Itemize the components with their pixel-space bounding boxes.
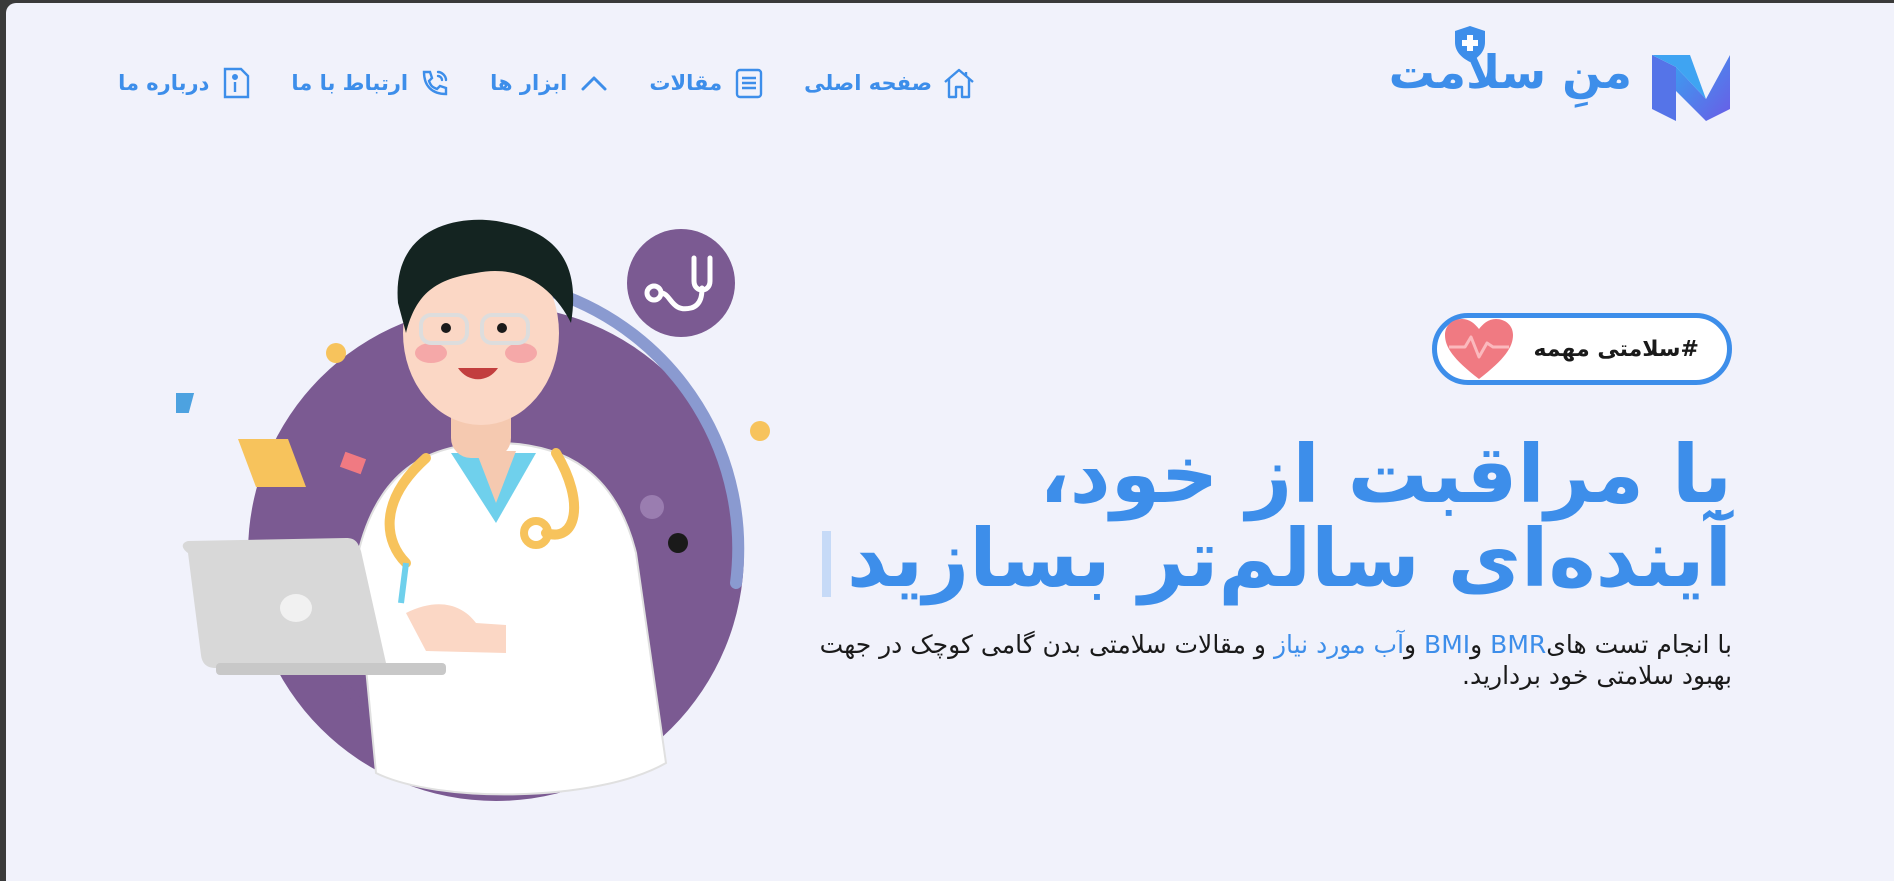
nav-label-contact: ارتباط با ما (291, 71, 409, 95)
headline-line-1: با مراقبت از خود، (1039, 428, 1732, 521)
chevron-up-icon (581, 76, 607, 91)
desc-bmr-link[interactable]: BMR (1490, 630, 1546, 659)
stethoscope-bubble (627, 229, 735, 337)
desc-and-1: و (1470, 630, 1491, 659)
info-icon (224, 67, 250, 99)
document-icon (735, 68, 763, 99)
shield-plus-icon (1455, 26, 1485, 62)
desc-and-2: و (1404, 630, 1425, 659)
nav-label-articles: مقالات (649, 71, 723, 95)
doctor-illustration (176, 219, 770, 801)
desc-part-1: با انجام تست های (1546, 630, 1732, 659)
headline-line-2-text: آینده‌ای سالم‌تر بسازید (846, 512, 1732, 605)
headline-line-2: آینده‌ای سالم‌تر بسازید (752, 517, 1732, 601)
brand-name: منِ سلامت (1388, 45, 1632, 99)
nav-label-home: صفحه اصلی (804, 71, 932, 95)
hero-description: با انجام تست هایBMR وBMI وآب مورد نیاز و… (762, 629, 1732, 692)
health-badge: #سلامتی مهمه (1432, 313, 1732, 385)
main-nav: صفحه اصلی مقالات ابزار ها ارتباط با ما د… (118, 63, 976, 103)
badge-text: #سلامتی مهمه (1533, 336, 1699, 362)
nav-item-contact[interactable]: ارتباط با ما (291, 66, 452, 100)
heart-icon (1445, 319, 1514, 379)
typing-caret (821, 531, 831, 598)
phone-icon (422, 70, 448, 96)
page: منِ سلامت صفحه اصلی مقالات ابزار ها ارتب… (6, 3, 1894, 881)
hero-headline: با مراقبت از خود، آینده‌ای سالم‌تر بسازی… (752, 433, 1732, 601)
logo-mark-icon (1652, 55, 1730, 121)
nav-label-about: درباره ما (118, 71, 210, 95)
desc-water-link[interactable]: آب مورد نیاز (1274, 630, 1404, 659)
nav-item-articles[interactable]: مقالات (649, 66, 766, 100)
site-logo[interactable]: منِ سلامت (1389, 25, 1732, 125)
nav-item-home[interactable]: صفحه اصلی (804, 66, 976, 100)
desc-bmi-link[interactable]: BMI (1424, 630, 1470, 659)
nav-label-tools: ابزار ها (490, 71, 568, 95)
home-icon (944, 68, 974, 99)
nav-item-tools[interactable]: ابزار ها (490, 66, 611, 100)
nav-item-about[interactable]: درباره ما (118, 66, 253, 100)
